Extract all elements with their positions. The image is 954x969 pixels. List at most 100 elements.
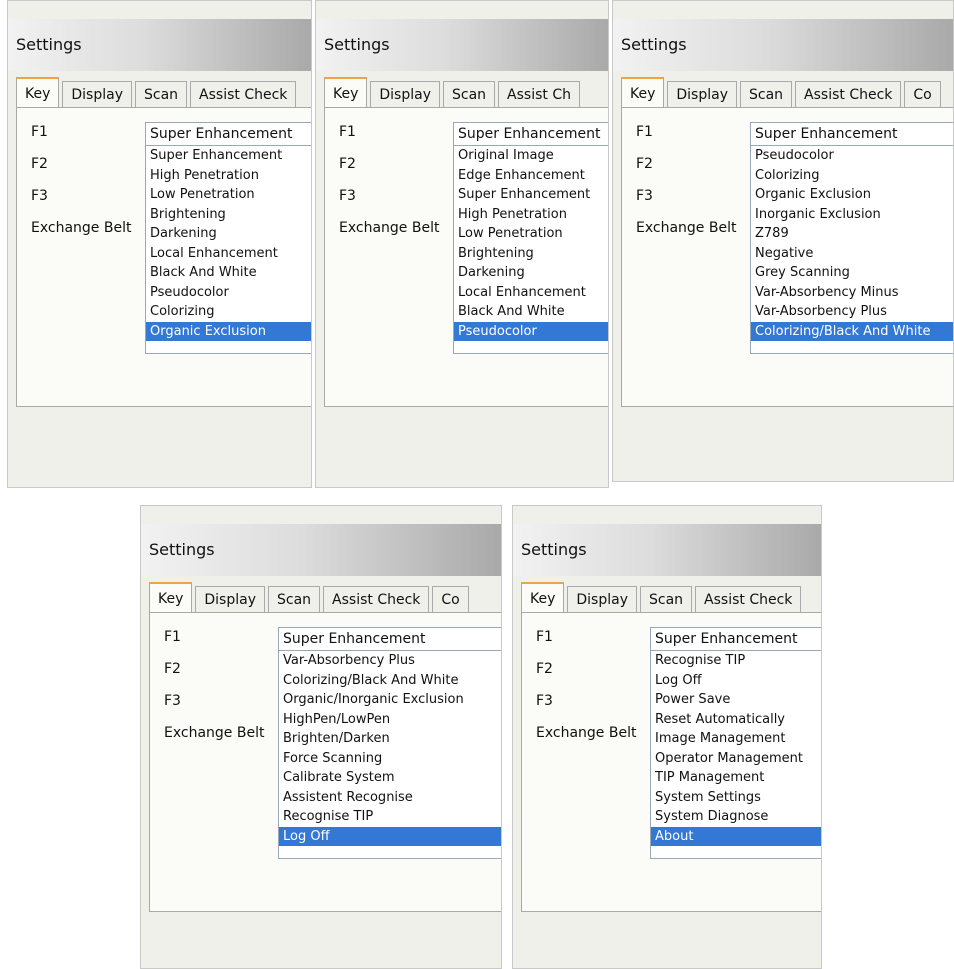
dropdown-option[interactable]: Edge Enhancement <box>454 166 608 186</box>
key-tab-content: F1 F2 F3 Exchange Belt Super Enhancement… <box>149 612 501 912</box>
dropdown-option[interactable]: Recognise TIP <box>279 807 501 827</box>
dropdown-option[interactable]: Var-Absorbency Plus <box>751 302 953 322</box>
dropdown-option[interactable]: Local Enhancement <box>454 283 608 303</box>
tab-key[interactable]: Key <box>149 582 193 612</box>
dropdown-option[interactable]: Organic/Inorganic Exclusion <box>279 690 501 710</box>
tab-display[interactable]: Display <box>62 81 132 107</box>
dropdown-option[interactable]: Z789 <box>751 224 953 244</box>
tab-assist-check[interactable]: Assist Check <box>190 81 297 107</box>
title-bar: Settings <box>513 524 821 576</box>
dropdown-option[interactable]: Inorganic Exclusion <box>751 205 953 225</box>
tab-assist-check[interactable]: Assist Check <box>795 81 902 107</box>
dropdown-option[interactable]: Colorizing <box>751 166 953 186</box>
exchange-belt-label: Exchange Belt <box>536 725 637 741</box>
dropdown-option[interactable]: Grey Scanning <box>751 263 953 283</box>
dropdown-option[interactable]: HighPen/LowPen <box>279 710 501 730</box>
dropdown-option[interactable]: Low Penetration <box>454 224 608 244</box>
tab-scan[interactable]: Scan <box>135 81 188 107</box>
f3-label: F3 <box>636 188 653 204</box>
f1-dropdown[interactable]: Super Enhancement Super Enhancement High… <box>145 122 311 354</box>
window-title: Settings <box>521 540 587 559</box>
dropdown-option[interactable]: Operator Management <box>651 749 821 769</box>
tab-assist-check[interactable]: Assist Ch <box>498 81 580 107</box>
key-tab-content: F1 F2 F3 Exchange Belt Super Enhancement… <box>621 107 953 407</box>
tab-key[interactable]: Key <box>16 77 60 107</box>
key-tab-content: F1 F2 F3 Exchange Belt Super Enhancement… <box>324 107 608 407</box>
dropdown-option[interactable]: Darkening <box>454 263 608 283</box>
dropdown-option[interactable]: Image Management <box>651 729 821 749</box>
dropdown-option[interactable]: Brightening <box>146 205 311 225</box>
dropdown-option[interactable]: System Diagnose <box>651 807 821 827</box>
dropdown-option[interactable]: Low Penetration <box>146 185 311 205</box>
dropdown-option[interactable]: Var-Absorbency Plus <box>279 651 501 671</box>
dropdown-option[interactable]: Brightening <box>454 244 608 264</box>
tab-display[interactable]: Display <box>667 81 737 107</box>
tab-display[interactable]: Display <box>567 586 637 612</box>
dropdown-selected-value[interactable]: Super Enhancement <box>279 628 501 651</box>
dropdown-option[interactable]: Assistent Recognise <box>279 788 501 808</box>
dropdown-option[interactable]: Log Off <box>651 671 821 691</box>
dropdown-option[interactable]: TIP Management <box>651 768 821 788</box>
dropdown-option[interactable]: Super Enhancement <box>454 185 608 205</box>
dropdown-option[interactable]: Brighten/Darken <box>279 729 501 749</box>
tab-assist-check[interactable]: Assist Check <box>695 586 802 612</box>
dropdown-option[interactable]: Calibrate System <box>279 768 501 788</box>
f1-dropdown[interactable]: Super Enhancement Var-Absorbency Plus Co… <box>278 627 501 859</box>
dropdown-option[interactable]: Colorizing <box>146 302 311 322</box>
f3-label: F3 <box>164 693 181 709</box>
dropdown-option[interactable]: Pseudocolor <box>751 146 953 166</box>
dropdown-option[interactable]: Reset Automatically <box>651 710 821 730</box>
f3-label: F3 <box>31 188 48 204</box>
dropdown-option[interactable]: Negative <box>751 244 953 264</box>
tab-key[interactable]: Key <box>521 582 565 612</box>
dropdown-option[interactable]: Force Scanning <box>279 749 501 769</box>
dropdown-option[interactable]: Black And White <box>146 263 311 283</box>
exchange-belt-label: Exchange Belt <box>31 220 132 236</box>
f3-label: F3 <box>339 188 356 204</box>
tab-display[interactable]: Display <box>195 586 265 612</box>
dropdown-selected-value[interactable]: Super Enhancement <box>454 123 608 146</box>
f1-label: F1 <box>339 124 356 140</box>
f1-dropdown[interactable]: Super Enhancement Pseudocolor Colorizing… <box>750 122 953 354</box>
dropdown-option[interactable]: System Settings <box>651 788 821 808</box>
tab-key[interactable]: Key <box>621 77 665 107</box>
dropdown-option-highlighted[interactable]: Pseudocolor <box>454 321 608 341</box>
dropdown-option[interactable]: Darkening <box>146 224 311 244</box>
tab-co[interactable]: Co <box>904 81 941 107</box>
dropdown-selected-value[interactable]: Super Enhancement <box>751 123 953 146</box>
dropdown-option[interactable]: High Penetration <box>146 166 311 186</box>
dropdown-option[interactable]: Power Save <box>651 690 821 710</box>
dropdown-option[interactable]: Organic Exclusion <box>751 185 953 205</box>
dropdown-option[interactable]: Original Image <box>454 146 608 166</box>
dropdown-selected-value[interactable]: Super Enhancement <box>651 628 821 651</box>
dropdown-option[interactable]: Black And White <box>454 302 608 322</box>
f1-dropdown[interactable]: Super Enhancement Original Image Edge En… <box>453 122 608 354</box>
f1-label: F1 <box>636 124 653 140</box>
tab-scan[interactable]: Scan <box>740 81 793 107</box>
dropdown-option-highlighted[interactable]: About <box>651 826 821 846</box>
dropdown-option-highlighted[interactable]: Log Off <box>279 826 501 846</box>
tab-assist-check[interactable]: Assist Check <box>323 586 430 612</box>
tab-display[interactable]: Display <box>370 81 440 107</box>
key-tab-content: F1 F2 F3 Exchange Belt Super Enhancement… <box>521 612 821 912</box>
tab-scan[interactable]: Scan <box>443 81 496 107</box>
dropdown-option[interactable]: Var-Absorbency Minus <box>751 283 953 303</box>
f1-label: F1 <box>536 629 553 645</box>
dropdown-option-highlighted[interactable]: Colorizing/Black And White <box>751 321 953 341</box>
dropdown-option-highlighted[interactable]: Organic Exclusion <box>146 321 311 341</box>
tab-co[interactable]: Co <box>432 586 469 612</box>
tab-key[interactable]: Key <box>324 77 368 107</box>
f1-dropdown[interactable]: Super Enhancement Recognise TIP Log Off … <box>650 627 821 859</box>
window-title: Settings <box>324 35 390 54</box>
dropdown-option[interactable]: Recognise TIP <box>651 651 821 671</box>
dropdown-option[interactable]: Local Enhancement <box>146 244 311 264</box>
dropdown-selected-value[interactable]: Super Enhancement <box>146 123 311 146</box>
tab-scan[interactable]: Scan <box>640 586 693 612</box>
settings-panel-5: Settings Key Display Scan Assist Check F1 F… <box>512 505 822 969</box>
tab-scan[interactable]: Scan <box>268 586 321 612</box>
dropdown-option[interactable]: Colorizing/Black And White <box>279 671 501 691</box>
f1-label: F1 <box>164 629 181 645</box>
dropdown-option[interactable]: Pseudocolor <box>146 283 311 303</box>
dropdown-option[interactable]: High Penetration <box>454 205 608 225</box>
dropdown-option[interactable]: Super Enhancement <box>146 146 311 166</box>
